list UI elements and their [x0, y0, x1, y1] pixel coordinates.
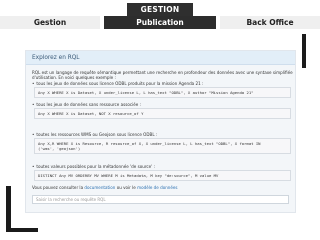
tab-gestion[interactable]: Gestion — [0, 16, 100, 29]
example-label: tous les jeux de données sous licence OD… — [32, 81, 203, 86]
query-text: ('wms', 'geojson') — [38, 146, 81, 152]
example-label: tous les jeux de données sans ressource … — [32, 102, 141, 107]
example-label: toutes valeurs possibles pour la métadon… — [32, 164, 155, 169]
query-text: Any X WHERE X is Dataset, NOT X resource… — [38, 111, 144, 116]
rql-explore-panel: Explorez en RQL RQL est un langage de re… — [25, 50, 296, 213]
footer-text: Vous pouvez consulter la documentation o… — [32, 185, 178, 190]
page-title: GESTION — [127, 3, 193, 16]
tab-back-office[interactable]: Back Office — [220, 16, 320, 29]
documentation-link[interactable]: documentation — [84, 185, 115, 190]
decorative-bar — [6, 186, 11, 232]
panel-heading: Explorez en RQL — [26, 51, 295, 65]
footer-prefix: Vous pouvez consulter la — [32, 185, 85, 190]
decorative-bar — [302, 34, 306, 68]
decorative-bar — [6, 228, 38, 232]
footer-middle: ou voir le — [115, 185, 138, 190]
example-query[interactable]: Any X WHERE X is Dataset, NOT X resource… — [34, 108, 291, 120]
data-model-link[interactable]: modèle de données — [137, 185, 177, 190]
query-text: DISTINCT Any MV ORDERBY MV WHERE M is Me… — [38, 173, 219, 178]
example-query[interactable]: Any X,R WHERE X is Resource, R resource_… — [34, 138, 291, 155]
query-text: Any X WHERE X is Dataset, X under_licens… — [38, 90, 254, 95]
example-query[interactable]: Any X WHERE X is Dataset, X under_licens… — [34, 87, 291, 99]
example-label: toutes les ressources WMS ou Geojson sou… — [32, 132, 157, 137]
example-query[interactable]: DISTINCT Any MV ORDERBY MV WHERE M is Me… — [34, 170, 291, 182]
rql-search-input[interactable]: Saisir la recherche ou requête RQL — [32, 195, 289, 204]
tab-publication[interactable]: Publication — [104, 16, 216, 29]
intro-text: d'utilisation. En voici quelques exemple… — [32, 75, 116, 80]
